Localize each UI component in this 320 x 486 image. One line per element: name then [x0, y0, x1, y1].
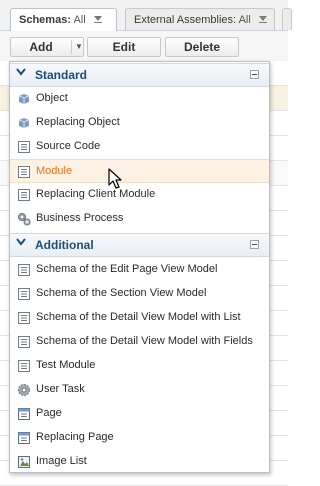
menu-item-label: Image List [36, 455, 87, 467]
menu-item-replacing-object[interactable]: Replacing Object [10, 111, 269, 135]
menu-item-label: Replacing Page [36, 431, 114, 443]
document-icon [18, 336, 30, 348]
menu-item-label: Replacing Client Module [36, 188, 156, 200]
menu-item-label: Test Module [36, 359, 96, 371]
filter-icon[interactable] [93, 16, 102, 25]
document-icon [18, 264, 30, 276]
chevron-down-icon[interactable]: ▼ [75, 38, 83, 56]
menu-item-label: Page [36, 407, 62, 419]
menu-item-image-list[interactable]: Image List [10, 450, 269, 474]
document-icon [18, 360, 30, 372]
menu-group-label: Standard [35, 68, 88, 82]
menu-item-test-module[interactable]: Test Module [10, 354, 269, 378]
add-schema-dropdown-menu: Standard Object Replacing Object Source … [9, 61, 270, 473]
tab-schemas-label: Schemas: [19, 14, 71, 26]
toolbar: Add ▼ Edit Delete [0, 31, 288, 61]
menu-item-module[interactable]: Module [10, 159, 269, 183]
collapse-group-icon[interactable] [250, 70, 259, 79]
gear-icon [18, 384, 30, 396]
menu-item-edit-page-view-model[interactable]: Schema of the Edit Page View Model [10, 258, 269, 282]
menu-item-replacing-client-module[interactable]: Replacing Client Module [10, 183, 269, 207]
add-button-divider [71, 40, 72, 54]
document-icon [18, 166, 30, 178]
menu-item-label: Schema of the Section View Model [36, 287, 207, 299]
object-cube-icon [18, 118, 30, 128]
tab-external-assemblies-value: All [238, 14, 251, 26]
menu-item-label: Business Process [36, 212, 124, 224]
chevron-down-icon[interactable] [16, 237, 26, 247]
menu-item-detail-view-model-list[interactable]: Schema of the Detail View Model with Lis… [10, 306, 269, 330]
menu-item-label: Schema of the Detail View Model with Fie… [36, 335, 253, 347]
document-icon [18, 189, 30, 201]
tab-external-assemblies-label: External Assemblies: [134, 14, 237, 26]
document-icon [18, 288, 30, 300]
tab-external-assemblies-filter[interactable]: External Assemblies: All [125, 8, 275, 30]
page-icon [18, 408, 30, 420]
object-cube-icon [18, 94, 30, 104]
collapse-group-icon[interactable] [250, 240, 259, 249]
menu-item-label: Schema of the Detail View Model with Lis… [36, 311, 241, 323]
menu-item-source-code[interactable]: Source Code [10, 135, 269, 159]
document-icon [18, 312, 30, 324]
menu-group-standard[interactable]: Standard [10, 63, 269, 87]
menu-item-business-process[interactable]: Business Process [10, 207, 269, 231]
menu-item-label: Module [36, 165, 73, 177]
tab-schemas-filter[interactable]: Schemas: All [10, 8, 117, 31]
chevron-down-icon[interactable] [16, 67, 26, 77]
image-list-icon [18, 456, 30, 468]
add-button[interactable]: Add ▼ [10, 37, 84, 57]
menu-item-section-view-model[interactable]: Schema of the Section View Model [10, 282, 269, 306]
delete-button[interactable]: Delete [165, 37, 239, 57]
menu-item-detail-view-model-fields[interactable]: Schema of the Detail View Model with Fie… [10, 330, 269, 354]
menu-item-label: Object [36, 92, 68, 104]
menu-item-user-task[interactable]: User Task [10, 378, 269, 402]
edit-button[interactable]: Edit [87, 37, 161, 57]
document-icon [18, 141, 30, 153]
mouse-cursor-icon [108, 168, 122, 189]
filter-icon[interactable] [258, 16, 267, 25]
page-icon [18, 432, 30, 444]
gears-icon [18, 213, 31, 226]
menu-group-label: Additional [35, 238, 94, 252]
menu-item-label: Replacing Object [36, 116, 120, 128]
menu-item-replacing-page[interactable]: Replacing Page [10, 426, 269, 450]
menu-item-page[interactable]: Page [10, 402, 269, 426]
menu-item-label: Source Code [36, 140, 101, 152]
menu-item-label: User Task [36, 383, 85, 395]
menu-group-additional[interactable]: Additional [10, 233, 269, 257]
tab-overflow[interactable] [282, 8, 292, 30]
menu-item-object[interactable]: Object [10, 87, 269, 111]
add-button-label: Add [29, 40, 53, 54]
tab-schemas-value: All [73, 14, 86, 26]
schema-filter-tabbar: Schemas: All External Assemblies: All [0, 0, 292, 31]
menu-item-label: Schema of the Edit Page View Model [36, 263, 218, 275]
